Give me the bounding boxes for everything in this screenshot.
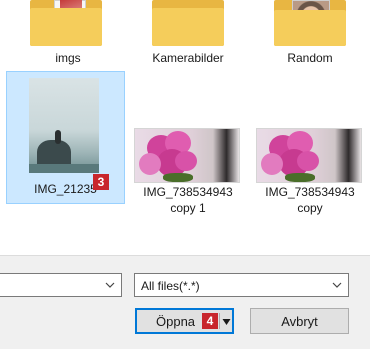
file-item-img-738534943-copy[interactable]: IMG_738534943 copy [250,71,370,221]
folder-item-random[interactable]: Random [250,0,370,68]
chevron-down-icon[interactable] [105,280,115,290]
image-thumbnail [256,128,362,183]
chevron-down-icon [332,282,342,288]
folder-icon [274,0,346,46]
file-name-line1: IMG_738534943 [143,185,233,199]
caret-down-icon[interactable] [222,319,231,325]
folder-item-imgs[interactable]: imgs [8,0,128,68]
folder-icon [152,0,224,46]
file-grid: imgs Kamerabilder Random IMG_21235 3 IMG… [0,0,370,255]
file-name-line1: IMG_738534943 [265,185,355,199]
step-badge-3: 3 [93,174,109,190]
folder-icon [30,0,102,46]
image-thumbnail [134,128,240,183]
folder-item-kamerabilder[interactable]: Kamerabilder [128,0,248,68]
cancel-label: Avbryt [281,314,318,329]
split-divider [219,313,220,329]
filename-combobox[interactable] [0,273,122,297]
filetype-select[interactable]: All files(*.*) [134,273,349,297]
filetype-selected: All files(*.*) [141,279,200,293]
file-name: Random [287,51,333,65]
open-split-button: Öppna 4 [135,308,234,334]
open-button[interactable]: Öppna [156,314,195,329]
image-thumbnail [29,78,99,173]
cancel-button[interactable]: Avbryt [250,308,349,334]
file-name: Kamerabilder [152,51,224,65]
file-name-line2: copy 1 [170,201,206,215]
file-item-img-21235[interactable]: IMG_21235 3 [6,71,125,204]
file-name-line2: copy [297,201,323,215]
file-item-img-738534943-copy-1[interactable]: IMG_738534943 copy 1 [128,71,248,221]
file-name: imgs [55,51,81,65]
step-badge-4: 4 [202,313,218,329]
dialog-footer: All files(*.*) Öppna 4 Avbryt [0,255,370,349]
